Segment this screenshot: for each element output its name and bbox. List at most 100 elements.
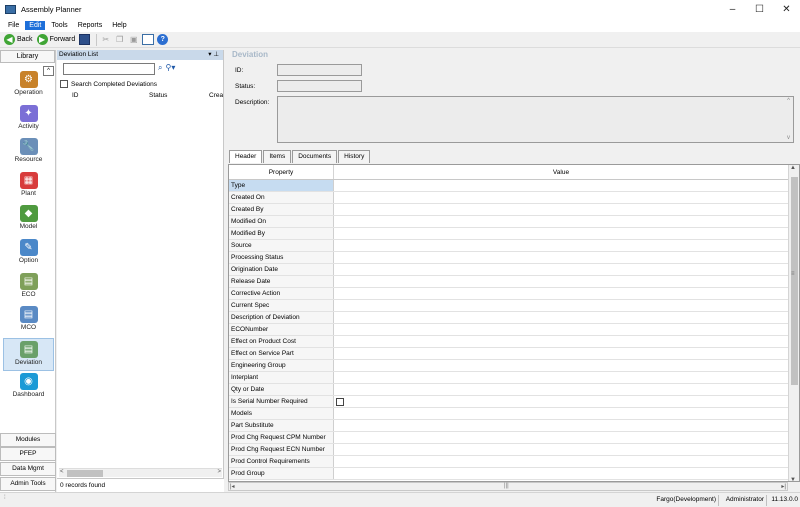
- value-cell[interactable]: [334, 204, 789, 215]
- grid-row[interactable]: Part Substitute: [229, 420, 789, 432]
- property-cell[interactable]: Effect on Service Part: [229, 348, 334, 359]
- search-icon[interactable]: ⌕: [158, 63, 162, 73]
- value-cell[interactable]: [334, 348, 789, 359]
- column-value[interactable]: Value: [334, 165, 789, 179]
- status-field[interactable]: [277, 80, 362, 92]
- serial-required-checkbox[interactable]: [336, 398, 344, 406]
- value-cell[interactable]: [334, 384, 789, 395]
- property-cell[interactable]: Release Date: [229, 276, 334, 287]
- property-cell[interactable]: Source: [229, 240, 334, 251]
- property-cell[interactable]: Modified On: [229, 216, 334, 227]
- value-cell[interactable]: [334, 432, 789, 443]
- value-cell[interactable]: [334, 240, 789, 251]
- pin-icon[interactable]: ▾ ⊥: [208, 50, 219, 60]
- grid-row[interactable]: Prod Group: [229, 468, 789, 480]
- grid-row[interactable]: Qty or Date: [229, 384, 789, 396]
- property-cell[interactable]: ECONumber: [229, 324, 334, 335]
- sidebar-item-plant[interactable]: ▦ Plant: [3, 170, 54, 203]
- grid-scroll-left-icon[interactable]: |◂: [230, 483, 235, 490]
- help-icon[interactable]: ?: [157, 34, 169, 45]
- tab-items[interactable]: Items: [263, 150, 292, 163]
- value-cell[interactable]: [334, 252, 789, 263]
- scroll-thumb[interactable]: [67, 470, 103, 477]
- tab-documents[interactable]: Documents: [292, 150, 338, 163]
- sidebar-item-mco[interactable]: ▤ MCO: [3, 304, 54, 337]
- grid-horizontal-scrollbar[interactable]: |◂ ||| ▸|: [228, 482, 788, 491]
- grid-row[interactable]: Is Serial Number Required: [229, 396, 789, 408]
- grid-row[interactable]: Corrective Action: [229, 288, 789, 300]
- value-cell[interactable]: [334, 408, 789, 419]
- value-cell[interactable]: [334, 180, 789, 191]
- paste-icon[interactable]: ▣: [128, 34, 139, 45]
- value-cell[interactable]: [334, 444, 789, 455]
- property-cell[interactable]: Origination Date: [229, 264, 334, 275]
- value-cell[interactable]: [334, 192, 789, 203]
- close-button[interactable]: ✕: [773, 0, 800, 18]
- sidebar-item-dashboard[interactable]: ◉ Dashboard: [3, 371, 54, 404]
- value-cell[interactable]: [334, 336, 789, 347]
- search-completed-toggle[interactable]: Search Completed Deviations: [60, 80, 157, 88]
- property-cell[interactable]: Prod Control Requirements: [229, 456, 334, 467]
- menu-tools[interactable]: Tools: [47, 21, 71, 30]
- property-cell[interactable]: Prod Chg Request ECN Number: [229, 444, 334, 455]
- sidebar-item-activity[interactable]: ✦ Activity: [3, 103, 54, 136]
- sidebar-item-deviation[interactable]: ▤ Deviation: [3, 337, 54, 371]
- column-id[interactable]: ID: [72, 92, 79, 99]
- property-cell[interactable]: Engineering Group: [229, 360, 334, 371]
- property-cell[interactable]: Is Serial Number Required: [229, 396, 334, 407]
- scroll-right-icon[interactable]: >: [217, 469, 221, 475]
- property-cell[interactable]: Created By: [229, 204, 334, 215]
- find-icon[interactable]: ⚲▾: [165, 63, 175, 73]
- column-created[interactable]: Crea: [209, 92, 223, 99]
- property-cell[interactable]: Prod Chg Request CPM Number: [229, 432, 334, 443]
- id-field[interactable]: [277, 64, 362, 76]
- back-button[interactable]: ◀ Back: [4, 34, 33, 45]
- grid-scroll-up-icon[interactable]: ▲: [790, 165, 796, 171]
- value-cell[interactable]: [334, 312, 789, 323]
- value-cell[interactable]: [334, 372, 789, 383]
- grid-row[interactable]: Processing Status: [229, 252, 789, 264]
- grid-row[interactable]: Effect on Service Part: [229, 348, 789, 360]
- grid-row[interactable]: Created By: [229, 204, 789, 216]
- property-cell[interactable]: Description of Deviation: [229, 312, 334, 323]
- grid-row[interactable]: Created On: [229, 192, 789, 204]
- pfep-button[interactable]: PFEP: [0, 447, 56, 461]
- value-cell[interactable]: [334, 360, 789, 371]
- tab-history[interactable]: History: [338, 150, 371, 163]
- menu-help[interactable]: Help: [108, 21, 130, 30]
- menu-edit[interactable]: Edit: [25, 20, 46, 30]
- grid-row[interactable]: Interplant: [229, 372, 789, 384]
- value-cell[interactable]: [334, 264, 789, 275]
- value-cell[interactable]: [334, 468, 789, 479]
- value-cell[interactable]: [334, 276, 789, 287]
- save-icon[interactable]: [79, 34, 91, 45]
- grid-row[interactable]: Release Date: [229, 276, 789, 288]
- description-field[interactable]: ^ v: [277, 96, 794, 143]
- grid-row[interactable]: Origination Date: [229, 264, 789, 276]
- forward-button[interactable]: ▶ Forward: [36, 34, 75, 45]
- property-cell[interactable]: Part Substitute: [229, 420, 334, 431]
- data-mgmt-button[interactable]: Data Mgmt: [0, 462, 56, 476]
- value-cell[interactable]: [334, 396, 789, 407]
- property-cell[interactable]: Modified By: [229, 228, 334, 239]
- grid-row[interactable]: Prod Chg Request ECN Number: [229, 444, 789, 456]
- grid-vertical-scrollbar[interactable]: ▲ ≡ ▼: [788, 165, 799, 481]
- maximize-button[interactable]: ☐: [746, 0, 773, 18]
- property-cell[interactable]: Current Spec: [229, 300, 334, 311]
- value-cell[interactable]: [334, 456, 789, 467]
- grid-row[interactable]: Models: [229, 408, 789, 420]
- property-cell[interactable]: Effect on Product Cost: [229, 336, 334, 347]
- value-cell[interactable]: [334, 228, 789, 239]
- property-cell[interactable]: Processing Status: [229, 252, 334, 263]
- menu-file[interactable]: File: [4, 21, 23, 30]
- property-cell[interactable]: Corrective Action: [229, 288, 334, 299]
- search-completed-checkbox[interactable]: [60, 80, 68, 88]
- grid-row[interactable]: Source: [229, 240, 789, 252]
- column-status[interactable]: Status: [149, 92, 167, 99]
- property-cell[interactable]: Models: [229, 408, 334, 419]
- value-cell[interactable]: [334, 324, 789, 335]
- value-cell[interactable]: [334, 288, 789, 299]
- menu-reports[interactable]: Reports: [74, 21, 107, 30]
- grid-row[interactable]: ECONumber: [229, 324, 789, 336]
- value-cell[interactable]: [334, 216, 789, 227]
